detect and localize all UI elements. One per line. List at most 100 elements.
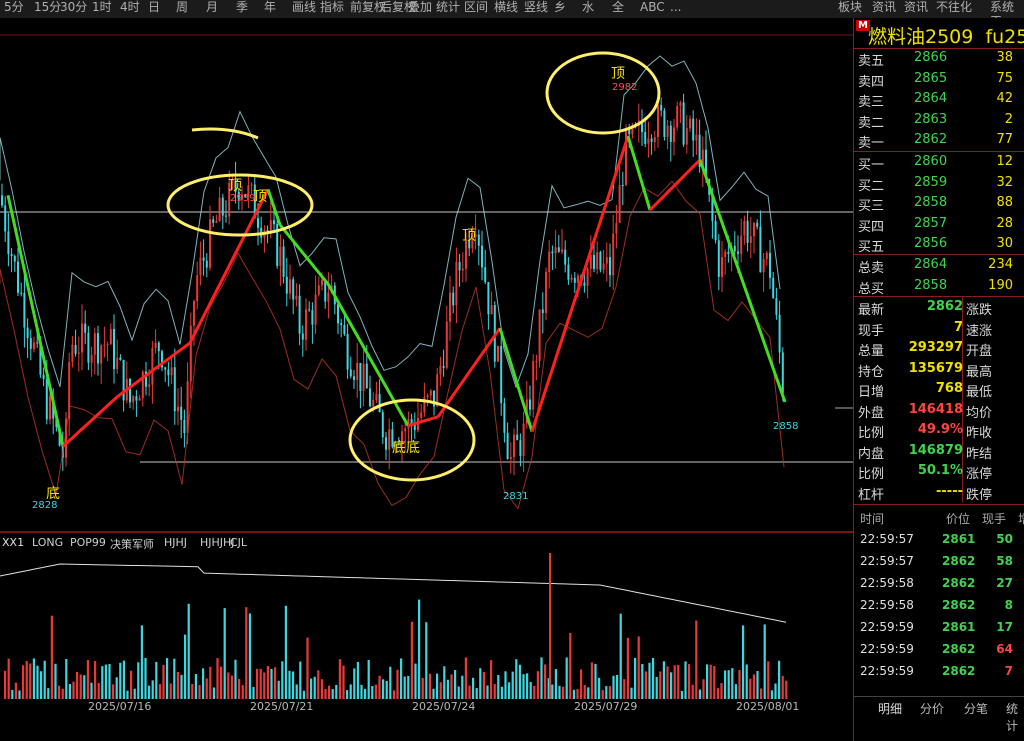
toolbar-item-4[interactable]: 4时 [120,0,140,18]
quote-label: 内盘 [858,446,885,462]
toolbar-item-6[interactable]: 周 [176,0,188,18]
ask-volume: 38 [996,50,1013,65]
tick-row[interactable]: 22:59:58 2862 8 [854,596,1024,616]
tick-price: 2861 [942,532,976,546]
tick-row[interactable]: 22:59:59 2861 17 [854,618,1024,638]
contract-title[interactable]: 燃料油2509 fu25 [868,22,1024,49]
indicator-LONG[interactable]: LONG [32,536,63,549]
total-row-1[interactable]: 总买 2858 190 [854,276,1024,297]
quote-right-label: 涨跌 [966,303,993,318]
toolbar-item-8[interactable]: 季 [236,0,248,18]
ask-price: 2862 [914,132,948,147]
total-volume: 234 [988,257,1013,272]
ask-label: 卖三 [858,95,885,110]
toolbar-item-15[interactable]: 统计 [436,0,460,18]
toolbar-item-22[interactable]: ABC [640,0,665,18]
ask-volume: 42 [996,91,1013,106]
quote-label: 比例 [858,467,885,482]
quote-value: 146418 [908,401,963,417]
indicator-POP99[interactable]: POP99 [70,536,106,549]
bid-label: 买五 [858,240,885,255]
quote-panel: M 燃料油2509 fu25 卖五 2866 38 卖四 2865 75 卖三 2864 42 卖… [853,18,1024,741]
ask-row-4[interactable]: 卖一 2862 77 [854,130,1024,151]
indicator-CJL[interactable]: CJL [230,536,247,549]
quote-right-label: 最低 [966,385,993,400]
bid-row-1[interactable]: 买二 2859 32 [854,173,1024,194]
toolbar-item-10[interactable]: 画线 [292,0,316,18]
bid-row-2[interactable]: 买三 2858 88 [854,193,1024,214]
ask-row-0[interactable]: 卖五 2866 38 [854,48,1024,69]
bid-row-0[interactable]: 买一 2860 12 [854,152,1024,173]
quote-value: 49.9% [917,422,963,437]
toolbar-item-7[interactable]: 月 [206,0,218,18]
bid-volume: 88 [996,195,1013,210]
total-label: 总卖 [858,261,885,276]
tab-2[interactable]: 分笔 [960,700,992,717]
tick-row[interactable]: 22:59:57 2861 50 [854,530,1024,550]
toolbar-item-16[interactable]: 区间 [464,0,488,18]
toolbar-right-item-4[interactable]: 系统工 [990,0,1024,28]
quote-label: 总量 [858,344,885,359]
ask-row-2[interactable]: 卖三 2864 42 [854,89,1024,110]
tick-volume: 17 [996,620,1013,634]
tick-price: 2862 [942,642,976,656]
quote-row-4: 日增 768 最低 [854,379,1024,400]
quote-value: 146879 [908,442,963,458]
toolbar-right-item-3[interactable]: 不往化 [936,0,972,18]
toolbar-right-item-2[interactable]: 资讯 [904,0,928,18]
toolbar-right-item-1[interactable]: 资讯 [872,0,896,18]
toolbar-item-5[interactable]: 日 [148,0,160,18]
tick-row[interactable]: 22:59:57 2862 58 [854,552,1024,572]
ask-label: 卖五 [858,54,885,69]
tick-price: 2861 [942,620,976,634]
toolbar-item-23[interactable]: ... [670,0,681,18]
tick-time: 22:59:58 [860,576,914,590]
toolbar-item-11[interactable]: 指标 [320,0,344,18]
tick-volume: 27 [996,576,1013,590]
tab-1[interactable]: 分价 [916,700,948,717]
bid-row-4[interactable]: 买五 2856 30 [854,234,1024,255]
price-2939: 2939 [230,193,255,204]
quote-row-7: 内盘 146879 昨结 [854,441,1024,462]
volume-chart [0,551,853,699]
toolbar-item-18[interactable]: 竖线 [524,0,548,18]
tick-row[interactable]: 22:59:59 2862 7 [854,662,1024,682]
quote-value: 7 [953,319,963,335]
tab-bar: 明细 分价 分笔 统计 [854,696,1024,733]
toolbar-item-9[interactable]: 年 [264,0,276,18]
quote-row-5: 外盘 146418 均价 [854,400,1024,421]
quote-value: 768 [935,381,963,396]
ask-row-3[interactable]: 卖二 2863 2 [854,110,1024,131]
indicator-HJHJ[interactable]: HJHJ [164,536,187,549]
toolbar-item-3[interactable]: 1时 [92,0,112,18]
tab-3[interactable]: 统计 [1002,700,1024,734]
toolbar-item-21[interactable]: 全 [612,0,624,18]
quote-label: 日增 [858,385,885,400]
price-2828: 2828 [32,500,57,511]
quote-row-3: 持仓 135679 最高 [854,359,1024,380]
total-row-0[interactable]: 总卖 2864 234 [854,255,1024,276]
tick-row[interactable]: 22:59:59 2862 64 [854,640,1024,660]
toolbar-item-14[interactable]: 叠加 [408,0,432,18]
quote-right-label: 昨收 [966,426,993,441]
tick-header-time: 时间 [860,512,885,526]
contract-code: fu25 [985,26,1024,48]
quote-right-label: 均价 [966,405,993,421]
ask-row-1[interactable]: 卖四 2865 75 [854,69,1024,90]
toolbar-right-item-0[interactable]: 板块 [838,0,862,18]
indicator-决策军师[interactable]: 决策军师 [110,536,154,552]
kline-chart[interactable]: 顶顶 2939 顶顶 2982 底 2828 底底 2831 2858 [0,18,853,535]
toolbar-item-20[interactable]: 水 [582,0,594,18]
toolbar-item-1[interactable]: 15分 [34,0,61,18]
toolbar-item-19[interactable]: 乡 [554,0,566,18]
total-price: 2864 [914,257,948,272]
tick-row[interactable]: 22:59:58 2862 27 [854,574,1024,594]
toolbar-item-17[interactable]: 横线 [494,0,518,18]
bid-label: 买二 [858,178,885,194]
toolbar-item-0[interactable]: 5分 [4,0,24,18]
tab-0[interactable]: 明细 [874,700,906,717]
indicator-XX1[interactable]: XX1 [2,536,24,549]
quote-label: 外盘 [858,405,885,421]
toolbar-item-2[interactable]: 30分 [60,0,87,18]
bid-row-3[interactable]: 买四 2857 28 [854,214,1024,235]
